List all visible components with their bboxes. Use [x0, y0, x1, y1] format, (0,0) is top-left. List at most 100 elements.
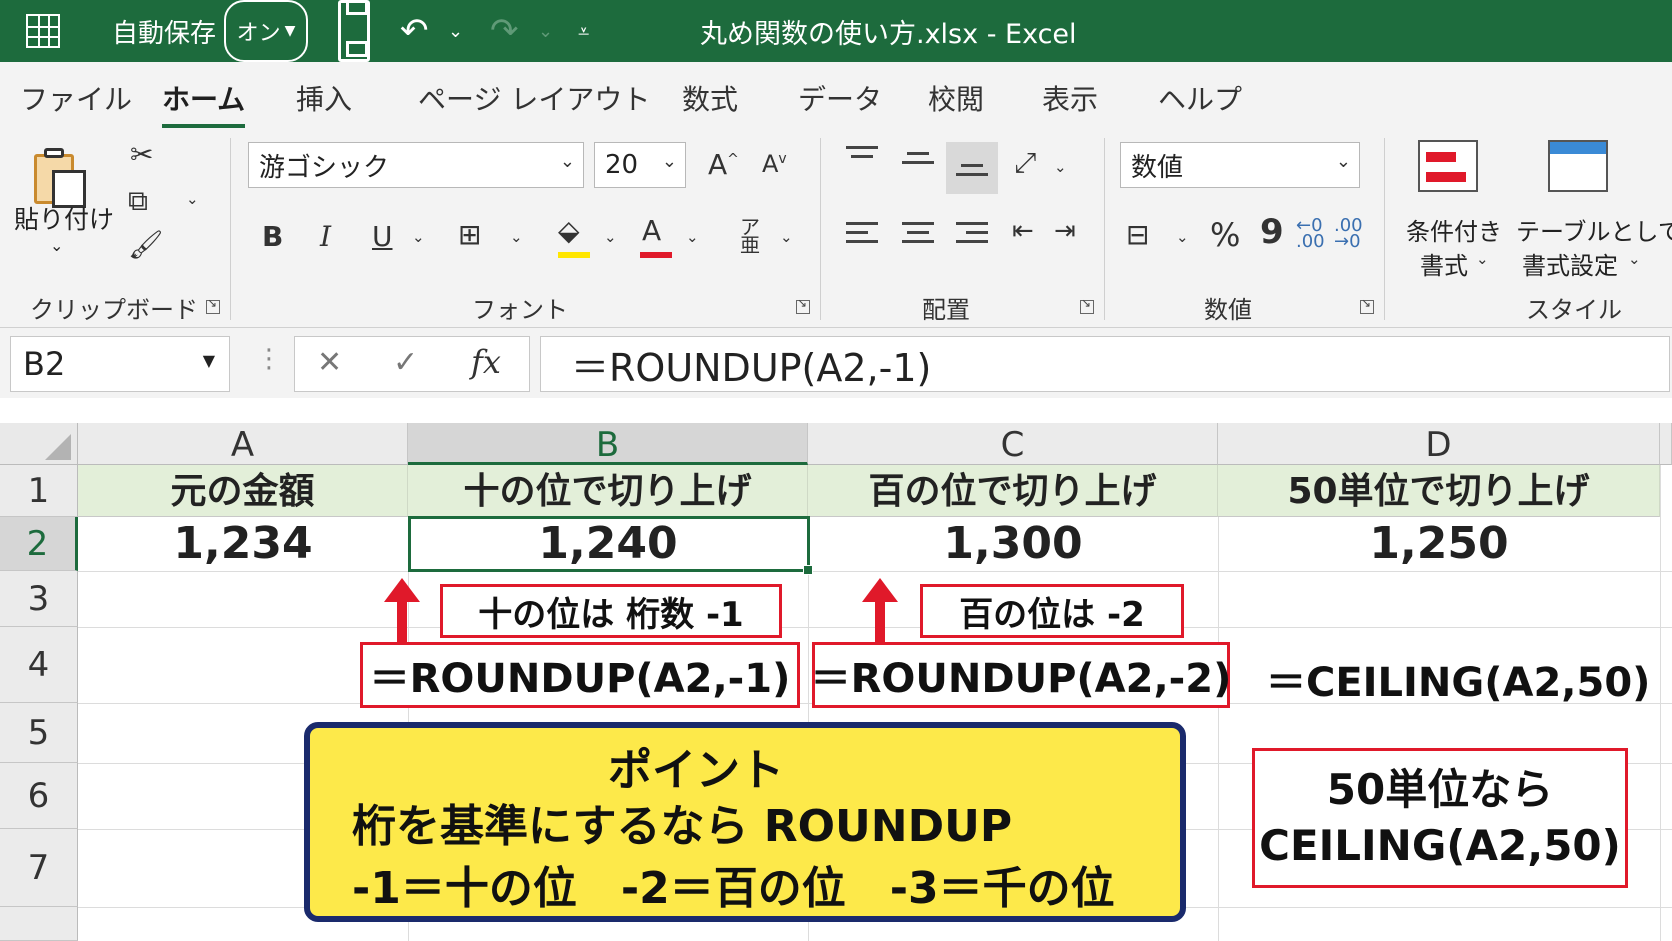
undo-icon[interactable]: ↶	[400, 0, 429, 62]
number-launcher-icon[interactable]	[1360, 296, 1374, 314]
accounting-format-icon[interactable]: ⊟	[1126, 218, 1149, 251]
conditional-formatting-label[interactable]: 条件付き	[1406, 212, 1502, 247]
tab-page-layout[interactable]: ページ レイアウト	[418, 78, 650, 118]
row-header-8[interactable]	[0, 907, 78, 941]
chevron-down-icon[interactable]: ⌄	[1628, 250, 1641, 268]
autosave-toggle[interactable]: オン ▼	[224, 0, 308, 62]
increase-font-size-icon[interactable]: A^	[708, 148, 739, 181]
chevron-down-icon[interactable]: ⌄	[686, 228, 699, 246]
copy-icon[interactable]: ⧉	[128, 184, 148, 218]
row-header-4[interactable]: 4	[0, 627, 78, 703]
column-header-d[interactable]: D	[1218, 423, 1660, 465]
ribbon: 貼り付け ⌄ ✂ ⧉ ⌄ 🖌 クリップボード 游ゴシック⌄ 20⌄ A^ Av …	[0, 128, 1672, 328]
cut-icon[interactable]: ✂	[130, 138, 153, 171]
font-launcher-icon[interactable]	[796, 296, 810, 314]
tab-file[interactable]: ファイル	[20, 78, 132, 118]
align-bottom-button[interactable]	[946, 142, 998, 194]
cell-b1[interactable]: 十の位で切り上げ	[408, 465, 808, 517]
cell-d1[interactable]: 50単位で切り上げ	[1218, 465, 1660, 517]
chevron-down-icon[interactable]: ⌄	[1476, 250, 1489, 268]
decrease-font-size-icon[interactable]: Av	[762, 150, 787, 178]
format-as-table-label-2[interactable]: 書式設定	[1522, 246, 1618, 281]
row-header-6[interactable]: 6	[0, 763, 78, 829]
chevron-down-icon[interactable]: ⌄	[186, 190, 199, 208]
chevron-down-icon[interactable]: ⌄	[604, 228, 617, 246]
font-size-value: 20	[605, 150, 639, 180]
fill-handle[interactable]	[803, 565, 813, 575]
format-painter-icon[interactable]: 🖌	[128, 228, 164, 261]
tab-data[interactable]: データ	[798, 78, 882, 118]
column-header-e[interactable]	[1660, 423, 1672, 465]
tab-view[interactable]: 表示	[1042, 78, 1098, 118]
column-header-b[interactable]: B	[408, 423, 808, 465]
conditional-formatting-icon[interactable]	[1418, 140, 1478, 192]
number-format-select[interactable]: 数値 ⌄	[1120, 142, 1360, 188]
increase-indent-icon[interactable]: ⇥	[1054, 216, 1076, 246]
row-header-1[interactable]: 1	[0, 465, 78, 517]
chevron-down-icon[interactable]: ⌄	[412, 228, 425, 246]
tab-insert[interactable]: 挿入	[296, 78, 352, 118]
enter-icon[interactable]: ✓	[393, 345, 418, 380]
align-center-icon[interactable]	[902, 222, 934, 248]
phonetic-guide-icon[interactable]: ア亜	[740, 217, 760, 255]
select-all-button[interactable]	[0, 423, 78, 465]
align-left-icon[interactable]	[846, 222, 878, 248]
more-options-icon[interactable]: ⋮	[256, 344, 282, 374]
name-box[interactable]: B2 ▼	[10, 336, 230, 392]
chevron-down-icon[interactable]: ⌄	[1176, 228, 1189, 246]
increase-decimal-icon[interactable]: ←0.00	[1296, 217, 1325, 251]
decrease-decimal-icon[interactable]: .00 →0	[1334, 217, 1363, 251]
font-color-icon[interactable]: A	[640, 214, 672, 258]
save-icon[interactable]	[338, 0, 370, 62]
column-header-a[interactable]: A	[78, 423, 408, 465]
percent-style-button[interactable]: %	[1210, 216, 1240, 254]
chevron-down-icon[interactable]: ⌄	[50, 236, 63, 255]
ribbon-tabs: ファイル ホーム 挿入 ページ レイアウト 数式 データ 校閲 表示 ヘルプ	[0, 62, 1672, 128]
format-as-table-icon[interactable]	[1548, 140, 1608, 192]
bold-button[interactable]: B	[262, 220, 283, 253]
font-name-select[interactable]: 游ゴシック ⌄	[248, 142, 584, 188]
row-header-5[interactable]: 5	[0, 703, 78, 763]
insert-function-icon[interactable]: fx	[471, 343, 501, 381]
formula-input[interactable]: ＝ROUNDUP(A2,-1)	[540, 336, 1670, 392]
row-header-7[interactable]: 7	[0, 829, 78, 907]
tab-review[interactable]: 校閲	[928, 78, 984, 118]
alignment-launcher-icon[interactable]	[1080, 296, 1094, 314]
chevron-down-icon[interactable]: ⌄	[1054, 158, 1067, 176]
cell-c1[interactable]: 百の位で切り上げ	[808, 465, 1218, 517]
cell-a1[interactable]: 元の金額	[78, 465, 408, 517]
align-top-icon[interactable]	[846, 146, 878, 172]
align-middle-icon[interactable]	[902, 152, 934, 178]
tab-formulas[interactable]: 数式	[682, 78, 738, 118]
customize-toolbar-icon[interactable]: ⩡	[578, 0, 589, 62]
clipboard-launcher-icon[interactable]	[206, 296, 220, 314]
cell-d2[interactable]: 1,250	[1218, 517, 1660, 571]
paste-icon[interactable]	[30, 144, 88, 208]
note-ceiling-line1: 50単位なら	[1326, 765, 1554, 814]
row-header-2[interactable]: 2	[0, 517, 78, 571]
cell-a2[interactable]: 1,234	[78, 517, 408, 571]
format-as-table-label[interactable]: テーブルとして	[1516, 212, 1672, 247]
comma-style-button[interactable]: 9	[1260, 212, 1284, 252]
italic-button[interactable]: I	[320, 220, 331, 253]
align-right-icon[interactable]	[956, 222, 988, 248]
chevron-down-icon[interactable]: ⌄	[780, 228, 793, 246]
decrease-indent-icon[interactable]: ⇤	[1012, 216, 1034, 246]
orientation-icon[interactable]: ⤢	[1014, 146, 1036, 180]
chevron-down-icon[interactable]: ⌄	[448, 0, 463, 62]
conditional-formatting-label-2[interactable]: 書式	[1420, 246, 1468, 281]
chevron-down-icon[interactable]: ⌄	[510, 228, 523, 246]
row-header-3[interactable]: 3	[0, 571, 78, 627]
font-size-select[interactable]: 20 ⌄	[594, 142, 686, 188]
tab-help[interactable]: ヘルプ	[1158, 78, 1242, 118]
cancel-icon[interactable]: ✕	[317, 345, 342, 380]
paste-button[interactable]: 貼り付け	[14, 200, 114, 236]
app-launcher-icon[interactable]	[26, 14, 60, 48]
underline-button[interactable]: U	[372, 220, 393, 253]
borders-icon[interactable]: ⊞	[458, 218, 481, 251]
note-ceiling: 50単位なら CEILING(A2,50)	[1252, 748, 1628, 888]
cell-c2[interactable]: 1,300	[808, 517, 1218, 571]
tab-home[interactable]: ホーム	[162, 78, 246, 128]
fill-color-icon[interactable]: ⬙	[558, 214, 590, 258]
column-header-c[interactable]: C	[808, 423, 1218, 465]
